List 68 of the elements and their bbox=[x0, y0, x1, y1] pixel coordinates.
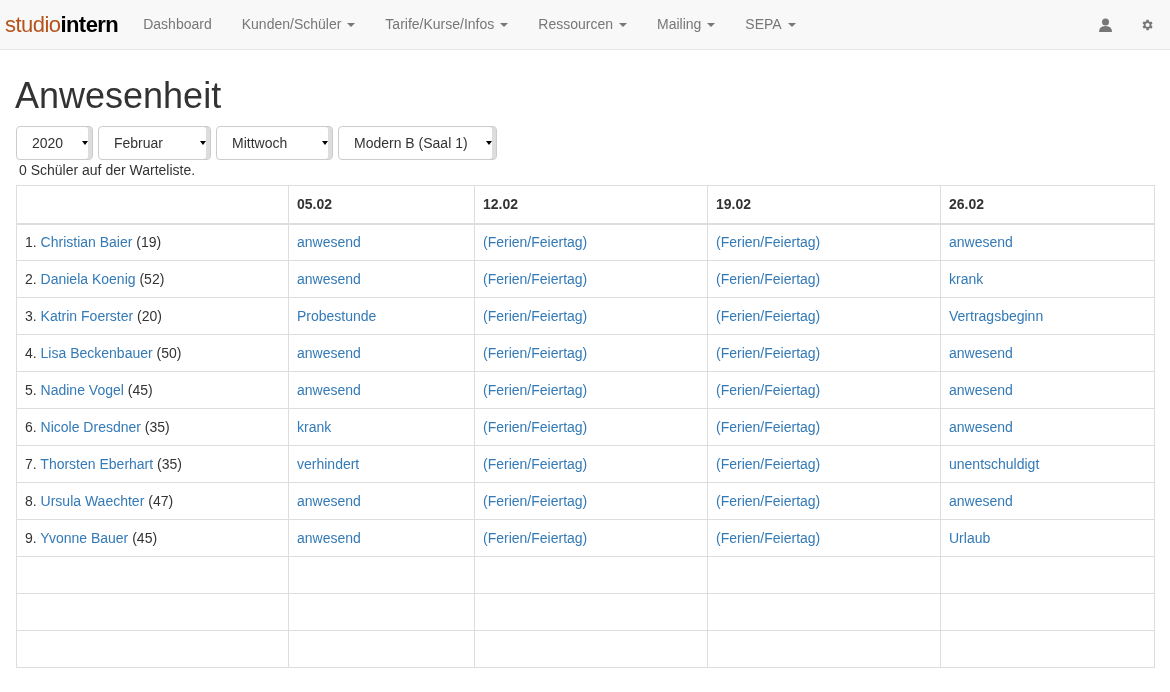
student-link[interactable]: Daniela Koenig bbox=[40, 270, 136, 287]
caret-icon bbox=[486, 141, 492, 145]
select-field[interactable]: Februar bbox=[98, 126, 211, 160]
row-number: 1. bbox=[25, 233, 37, 250]
age-text: (45) bbox=[132, 529, 158, 546]
student-link[interactable]: Nadine Vogel bbox=[40, 381, 124, 398]
attendance-link[interactable]: anwesend bbox=[949, 418, 1013, 435]
age-text: (47) bbox=[148, 492, 174, 509]
row-number: 8. bbox=[25, 492, 37, 509]
select-field[interactable]: Modern B (Saal 1) bbox=[338, 126, 497, 160]
attendance-link[interactable]: anwesend bbox=[297, 270, 361, 287]
column-header: 26.02 bbox=[940, 185, 1155, 224]
nav-link[interactable]: Ressourcen bbox=[523, 14, 642, 35]
user-icon[interactable] bbox=[1099, 17, 1112, 32]
column-header: 19.02 bbox=[707, 185, 941, 224]
column-header: 12.02 bbox=[474, 185, 708, 224]
caret-icon bbox=[322, 141, 328, 145]
caret-icon bbox=[82, 141, 88, 145]
attendance-link[interactable]: verhindert bbox=[297, 455, 360, 472]
attendance-link[interactable]: krank bbox=[949, 270, 984, 287]
row-number: 5. bbox=[25, 381, 37, 398]
student-link[interactable]: Thorsten Eberhart bbox=[40, 455, 154, 472]
student-link[interactable]: Katrin Foerster bbox=[40, 307, 134, 324]
age-text: (35) bbox=[157, 455, 182, 472]
select-field[interactable]: 2020 bbox=[16, 126, 93, 160]
age-text: (19) bbox=[136, 233, 162, 250]
settings-icon[interactable] bbox=[1140, 17, 1154, 32]
attendance-link[interactable]: Probestunde bbox=[297, 307, 377, 324]
student-link[interactable]: Ursula Waechter bbox=[40, 492, 145, 509]
row-number: 4. bbox=[25, 344, 37, 361]
age-text: (52) bbox=[139, 270, 165, 287]
attendance-link[interactable]: anwesend bbox=[949, 233, 1013, 250]
attendance-link[interactable]: anwesend bbox=[297, 233, 361, 250]
nav-link[interactable]: Tarife/Kurse/Infos bbox=[370, 14, 524, 35]
attendance-link[interactable]: krank bbox=[297, 418, 332, 435]
attendance-link[interactable]: anwesend bbox=[297, 381, 361, 398]
row-number: 2. bbox=[25, 270, 37, 287]
attendance-link[interactable]: Urlaub bbox=[949, 529, 991, 546]
caret-icon bbox=[200, 141, 206, 145]
attendance-link[interactable]: anwesend bbox=[297, 492, 361, 509]
nav-link[interactable]: SEPA bbox=[730, 14, 811, 35]
student-link[interactable]: Nicole Dresdner bbox=[40, 418, 141, 435]
attendance-link[interactable]: anwesend bbox=[949, 492, 1013, 509]
student-link[interactable]: Yvonne Bauer bbox=[40, 529, 129, 546]
select-field[interactable]: Mittwoch bbox=[216, 126, 333, 160]
row-number: 7. bbox=[25, 455, 37, 472]
student-link[interactable]: Christian Baier bbox=[40, 233, 133, 250]
page-title: Anwesenheit bbox=[15, 78, 223, 114]
age-text: (45) bbox=[127, 381, 153, 398]
nav-link[interactable]: Kunden/Schüler bbox=[226, 14, 371, 35]
age-text: (50) bbox=[156, 344, 182, 361]
row-number: 3. bbox=[25, 307, 37, 324]
attendance-link[interactable]: unentschuldigt bbox=[949, 455, 1040, 472]
student-link[interactable]: Lisa Beckenbauer bbox=[40, 344, 153, 361]
logo[interactable]: studiointern bbox=[0, 13, 129, 36]
age-text: (35) bbox=[144, 418, 170, 435]
attendance-link[interactable]: anwesend bbox=[949, 381, 1013, 398]
nav-link[interactable]: Dashboard bbox=[128, 14, 227, 35]
attendance-link[interactable]: anwesend bbox=[949, 344, 1013, 361]
row-number: 9. bbox=[25, 529, 37, 546]
nav-link[interactable]: Mailing bbox=[642, 14, 731, 35]
age-text: (20) bbox=[137, 307, 162, 324]
waitlist-text: 0 Schüler auf der Warteliste. bbox=[19, 161, 197, 179]
attendance-link[interactable]: anwesend bbox=[297, 529, 361, 546]
column-header: 05.02 bbox=[288, 185, 475, 224]
attendance-link[interactable]: Vertragsbeginn bbox=[949, 307, 1044, 324]
row-number: 6. bbox=[25, 418, 37, 435]
attendance-link[interactable]: anwesend bbox=[297, 344, 361, 361]
